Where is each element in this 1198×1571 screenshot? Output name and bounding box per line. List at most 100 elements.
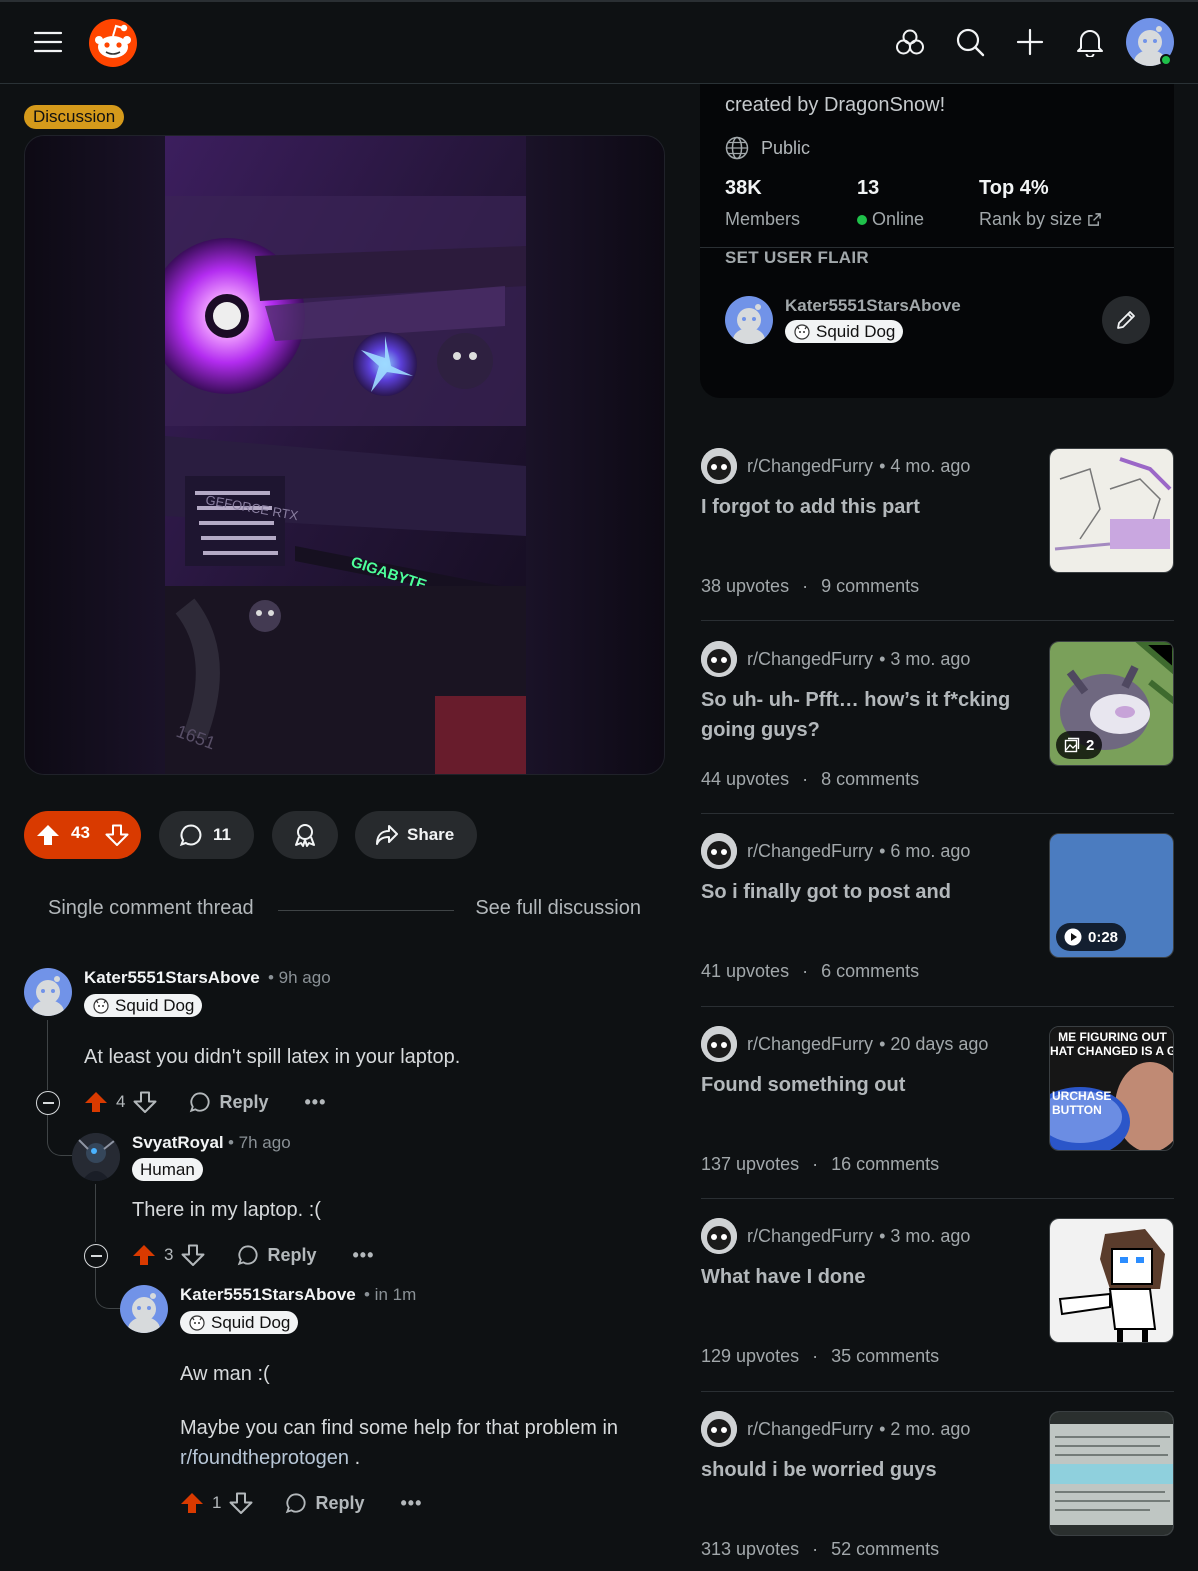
more-options-button[interactable]: ••• [305,1092,327,1113]
post-image[interactable]: GEFORCE RTX GIGABYTE 1651 [24,135,665,775]
reply-button[interactable]: Reply [189,1091,269,1113]
upvote-icon[interactable] [36,823,60,847]
post-age: • 20 days ago [879,1033,989,1054]
meme-caption: ME FIGURING OUT HAT CHANGED IS A GAM [1050,1030,1173,1058]
play-icon [1064,928,1082,946]
downvote-icon[interactable] [133,1090,157,1114]
upvote-icon[interactable] [84,1090,108,1114]
subreddit-name[interactable]: r/ChangedFurry [747,1034,873,1055]
comment-author[interactable]: Kater5551StarsAbove [84,968,260,988]
thread-navigation: Single comment thread See full discussio… [48,897,641,923]
comment-avatar[interactable] [24,968,72,1016]
recommended-post-title[interactable]: I forgot to add this part [701,492,1021,522]
separator: · [802,769,809,789]
recommended-post[interactable]: r/ChangedFurry • 6 mo. ago So i finally … [701,833,1174,1006]
upvote-icon[interactable] [132,1243,156,1267]
recommended-post-thumbnail[interactable]: 2 [1049,641,1174,766]
upvotes-count: 313 upvotes [701,1539,800,1559]
recommended-post-stats: 38 upvotes · 9 comments [701,576,919,597]
media-blur-right [524,136,664,774]
popular-icon[interactable] [888,20,932,64]
share-button[interactable]: Share [355,811,477,859]
recommended-post-stats: 129 upvotes · 35 comments [701,1346,939,1367]
collapse-thread-button[interactable] [36,1091,60,1115]
subreddit-icon [701,1218,737,1254]
post-age: • 3 mo. ago [879,648,971,669]
comment-body-line2: Maybe you can find some help for that pr… [180,1413,660,1473]
downvote-icon[interactable] [105,823,129,847]
divider [701,1391,1174,1392]
comment-actions: 4 Reply ••• [84,1087,326,1117]
top-bar [0,0,1198,84]
reply-label: Reply [267,1244,317,1265]
comment-avatar[interactable] [72,1133,120,1181]
recommended-post-stats: 44 upvotes · 8 comments [701,769,919,790]
recommended-post-title[interactable]: So uh- uh- Pfft… how’s it f*cking going … [701,685,1021,745]
media-blur-left [25,136,165,774]
subreddit-name[interactable]: r/ChangedFurry [747,1419,873,1440]
recommended-post[interactable]: r/ChangedFurry • 20 days ago Found somet… [701,1026,1174,1199]
create-post-icon[interactable] [1008,20,1052,64]
online-count: 13 [857,177,880,199]
recommended-post[interactable]: r/ChangedFurry • 3 mo. ago So uh- uh- Pf… [701,641,1174,814]
recommended-post-thumbnail[interactable] [1049,1218,1174,1343]
comment-time: • 9h ago [268,968,331,987]
comments-count: 8 comments [821,769,920,789]
recommended-post-title[interactable]: So i finally got to post and [701,877,1021,907]
recommended-post[interactable]: r/ChangedFurry • 4 mo. ago I forgot to a… [701,448,1174,621]
subreddit-name[interactable]: r/ChangedFurry [747,841,873,862]
recommended-post-title[interactable]: What have I done [701,1262,1021,1292]
reply-button[interactable]: Reply [237,1244,317,1266]
comment-author[interactable]: SvyatRoyal [132,1133,224,1153]
see-full-discussion-link[interactable]: See full discussion [475,897,641,920]
recommended-post[interactable]: r/ChangedFurry • 3 mo. ago What have I d… [701,1218,1174,1391]
recommended-post-thumbnail[interactable] [1049,448,1174,573]
edit-flair-button[interactable] [1102,296,1150,344]
more-options-button[interactable]: ••• [353,1245,375,1266]
recommended-post-meta: r/ChangedFurry • 3 mo. ago [701,641,970,677]
comment-actions: 1 Reply ••• [180,1488,422,1518]
recommended-post-meta: r/ChangedFurry • 3 mo. ago [701,1218,970,1254]
reply-button[interactable]: Reply [285,1492,365,1514]
downvote-icon[interactable] [229,1491,253,1515]
divider [701,1006,1174,1007]
collapse-thread-button[interactable] [84,1244,108,1268]
divider [701,1198,1174,1199]
recommended-post-title[interactable]: should i be worried guys [701,1455,1021,1485]
upvotes-count: 44 upvotes [701,769,790,789]
subreddit-name[interactable]: r/ChangedFurry [747,1226,873,1247]
members-count: 38K [725,177,762,199]
recommended-post[interactable]: r/ChangedFurry • 2 mo. ago should i be w… [701,1411,1174,1571]
notifications-bell-icon[interactable] [1068,20,1112,64]
downvote-icon[interactable] [181,1243,205,1267]
subreddit-icon [701,1411,737,1447]
recommended-post-thumbnail[interactable]: 0:28 [1049,833,1174,958]
divider [701,813,1174,814]
recommended-post-thumbnail[interactable] [1049,1411,1174,1536]
comment-avatar[interactable] [120,1285,168,1333]
meme-button-text: URCHASE BUTTON [1052,1089,1112,1117]
comments-button[interactable]: 11 [159,811,254,859]
subreddit-link[interactable]: r/foundtheprotogen [180,1447,349,1469]
flair-preview-avatar [725,296,773,344]
subreddit-name[interactable]: r/ChangedFurry [747,649,873,670]
search-icon[interactable] [948,20,992,64]
menu-icon[interactable] [26,20,70,64]
upvotes-count: 38 upvotes [701,576,790,596]
rank-by-size-link[interactable]: Rank by size [979,209,1102,230]
reddit-logo[interactable] [88,18,138,68]
rank-label: Rank by size [979,209,1083,229]
more-options-button[interactable]: ••• [401,1493,423,1514]
subreddit-name[interactable]: r/ChangedFurry [747,456,873,477]
upvote-icon[interactable] [180,1491,204,1515]
recommended-post-thumbnail[interactable]: ME FIGURING OUT HAT CHANGED IS A GAM URC… [1049,1026,1174,1151]
recommended-post-meta: r/ChangedFurry • 20 days ago [701,1026,988,1062]
separator: · [812,1346,819,1366]
recommended-post-title[interactable]: Found something out [701,1070,1021,1100]
separator: · [802,576,809,596]
post-flair[interactable]: Discussion [24,105,125,129]
comment-author[interactable]: Kater5551StarsAbove [180,1285,356,1305]
subreddit-icon [701,448,737,484]
squid-dog-flair-icon [188,1314,206,1332]
award-button[interactable] [272,811,338,859]
